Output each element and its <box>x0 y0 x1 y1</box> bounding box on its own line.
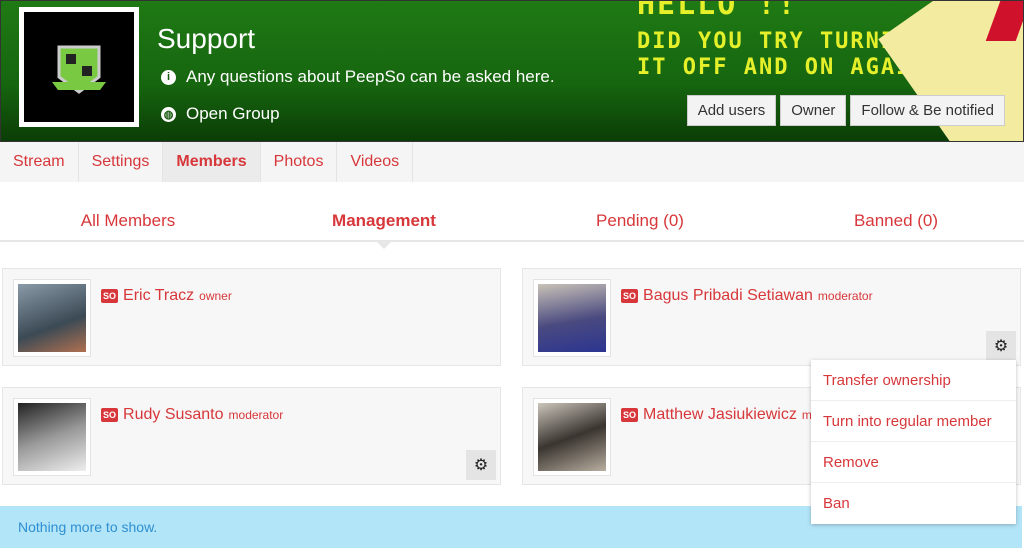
member-card: SO Bagus Pribadi Setiawan moderator ⚙ <box>522 268 1021 366</box>
member-name[interactable]: Rudy Susanto <box>123 406 224 424</box>
tab-settings[interactable]: Settings <box>79 142 164 182</box>
group-tabs: Stream Settings Members Photos Videos <box>0 142 1024 182</box>
badge-icon: SO <box>621 289 639 303</box>
menu-item-turn-into-regular-member[interactable]: Turn into regular member <box>811 401 1016 442</box>
group-title: Support <box>157 23 256 54</box>
group-avatar[interactable] <box>19 7 139 127</box>
member-role: moderator <box>228 408 284 422</box>
menu-item-remove[interactable]: Remove <box>811 442 1016 483</box>
subtab-banned[interactable]: Banned (0) <box>768 200 1024 240</box>
member-avatar[interactable] <box>533 279 611 357</box>
tab-photos[interactable]: Photos <box>261 142 338 182</box>
member-card: SO Rudy Susanto moderator ⚙ <box>2 387 501 485</box>
info-icon: i <box>161 69 176 85</box>
member-subtabs: All Members Management Pending (0) Banne… <box>0 200 1024 242</box>
tab-videos[interactable]: Videos <box>337 142 414 182</box>
gear-icon[interactable]: ⚙ <box>986 331 1016 361</box>
member-name[interactable]: Eric Tracz <box>123 287 194 305</box>
group-cover: HELLO !! DID YOU TRY TURNING IT OFF AND … <box>0 0 1024 142</box>
globe-icon: ◍ <box>161 106 176 122</box>
member-role: moderator <box>817 289 873 303</box>
member-card: SO Eric Tracz owner <box>2 268 501 366</box>
subtab-pending[interactable]: Pending (0) <box>512 200 768 240</box>
member-avatar[interactable] <box>13 279 91 357</box>
owner-button[interactable]: Owner <box>780 95 847 126</box>
badge-icon: SO <box>101 408 119 422</box>
badge-icon: SO <box>621 408 639 422</box>
group-logo-icon <box>52 45 106 94</box>
gear-icon[interactable]: ⚙ <box>466 450 496 480</box>
subtab-management[interactable]: Management <box>256 200 512 240</box>
subtab-all-members[interactable]: All Members <box>0 200 256 240</box>
member-name[interactable]: Bagus Pribadi Setiawan <box>643 287 813 305</box>
group-description: i Any questions about PeepSo can be asked… <box>161 67 555 87</box>
menu-item-transfer-ownership[interactable]: Transfer ownership <box>811 360 1016 401</box>
badge-icon: SO <box>101 289 119 303</box>
member-avatar[interactable] <box>13 398 91 476</box>
member-actions-dropdown: Transfer ownership Turn into regular mem… <box>811 360 1016 524</box>
tab-members[interactable]: Members <box>163 142 261 182</box>
description-text: Any questions about PeepSo can be asked … <box>186 67 555 86</box>
group-privacy: ◍ Open Group <box>161 104 280 124</box>
cover-text-hello: HELLO !! <box>637 0 798 22</box>
privacy-text: Open Group <box>186 104 280 123</box>
member-name[interactable]: Matthew Jasiukiewicz <box>643 406 797 424</box>
member-role: owner <box>199 289 232 303</box>
follow-button[interactable]: Follow & Be notified <box>850 95 1005 126</box>
menu-item-ban[interactable]: Ban <box>811 483 1016 524</box>
tab-stream[interactable]: Stream <box>0 142 79 182</box>
member-avatar[interactable] <box>533 398 611 476</box>
add-users-button[interactable]: Add users <box>686 95 777 126</box>
active-subtab-caret <box>375 240 393 249</box>
